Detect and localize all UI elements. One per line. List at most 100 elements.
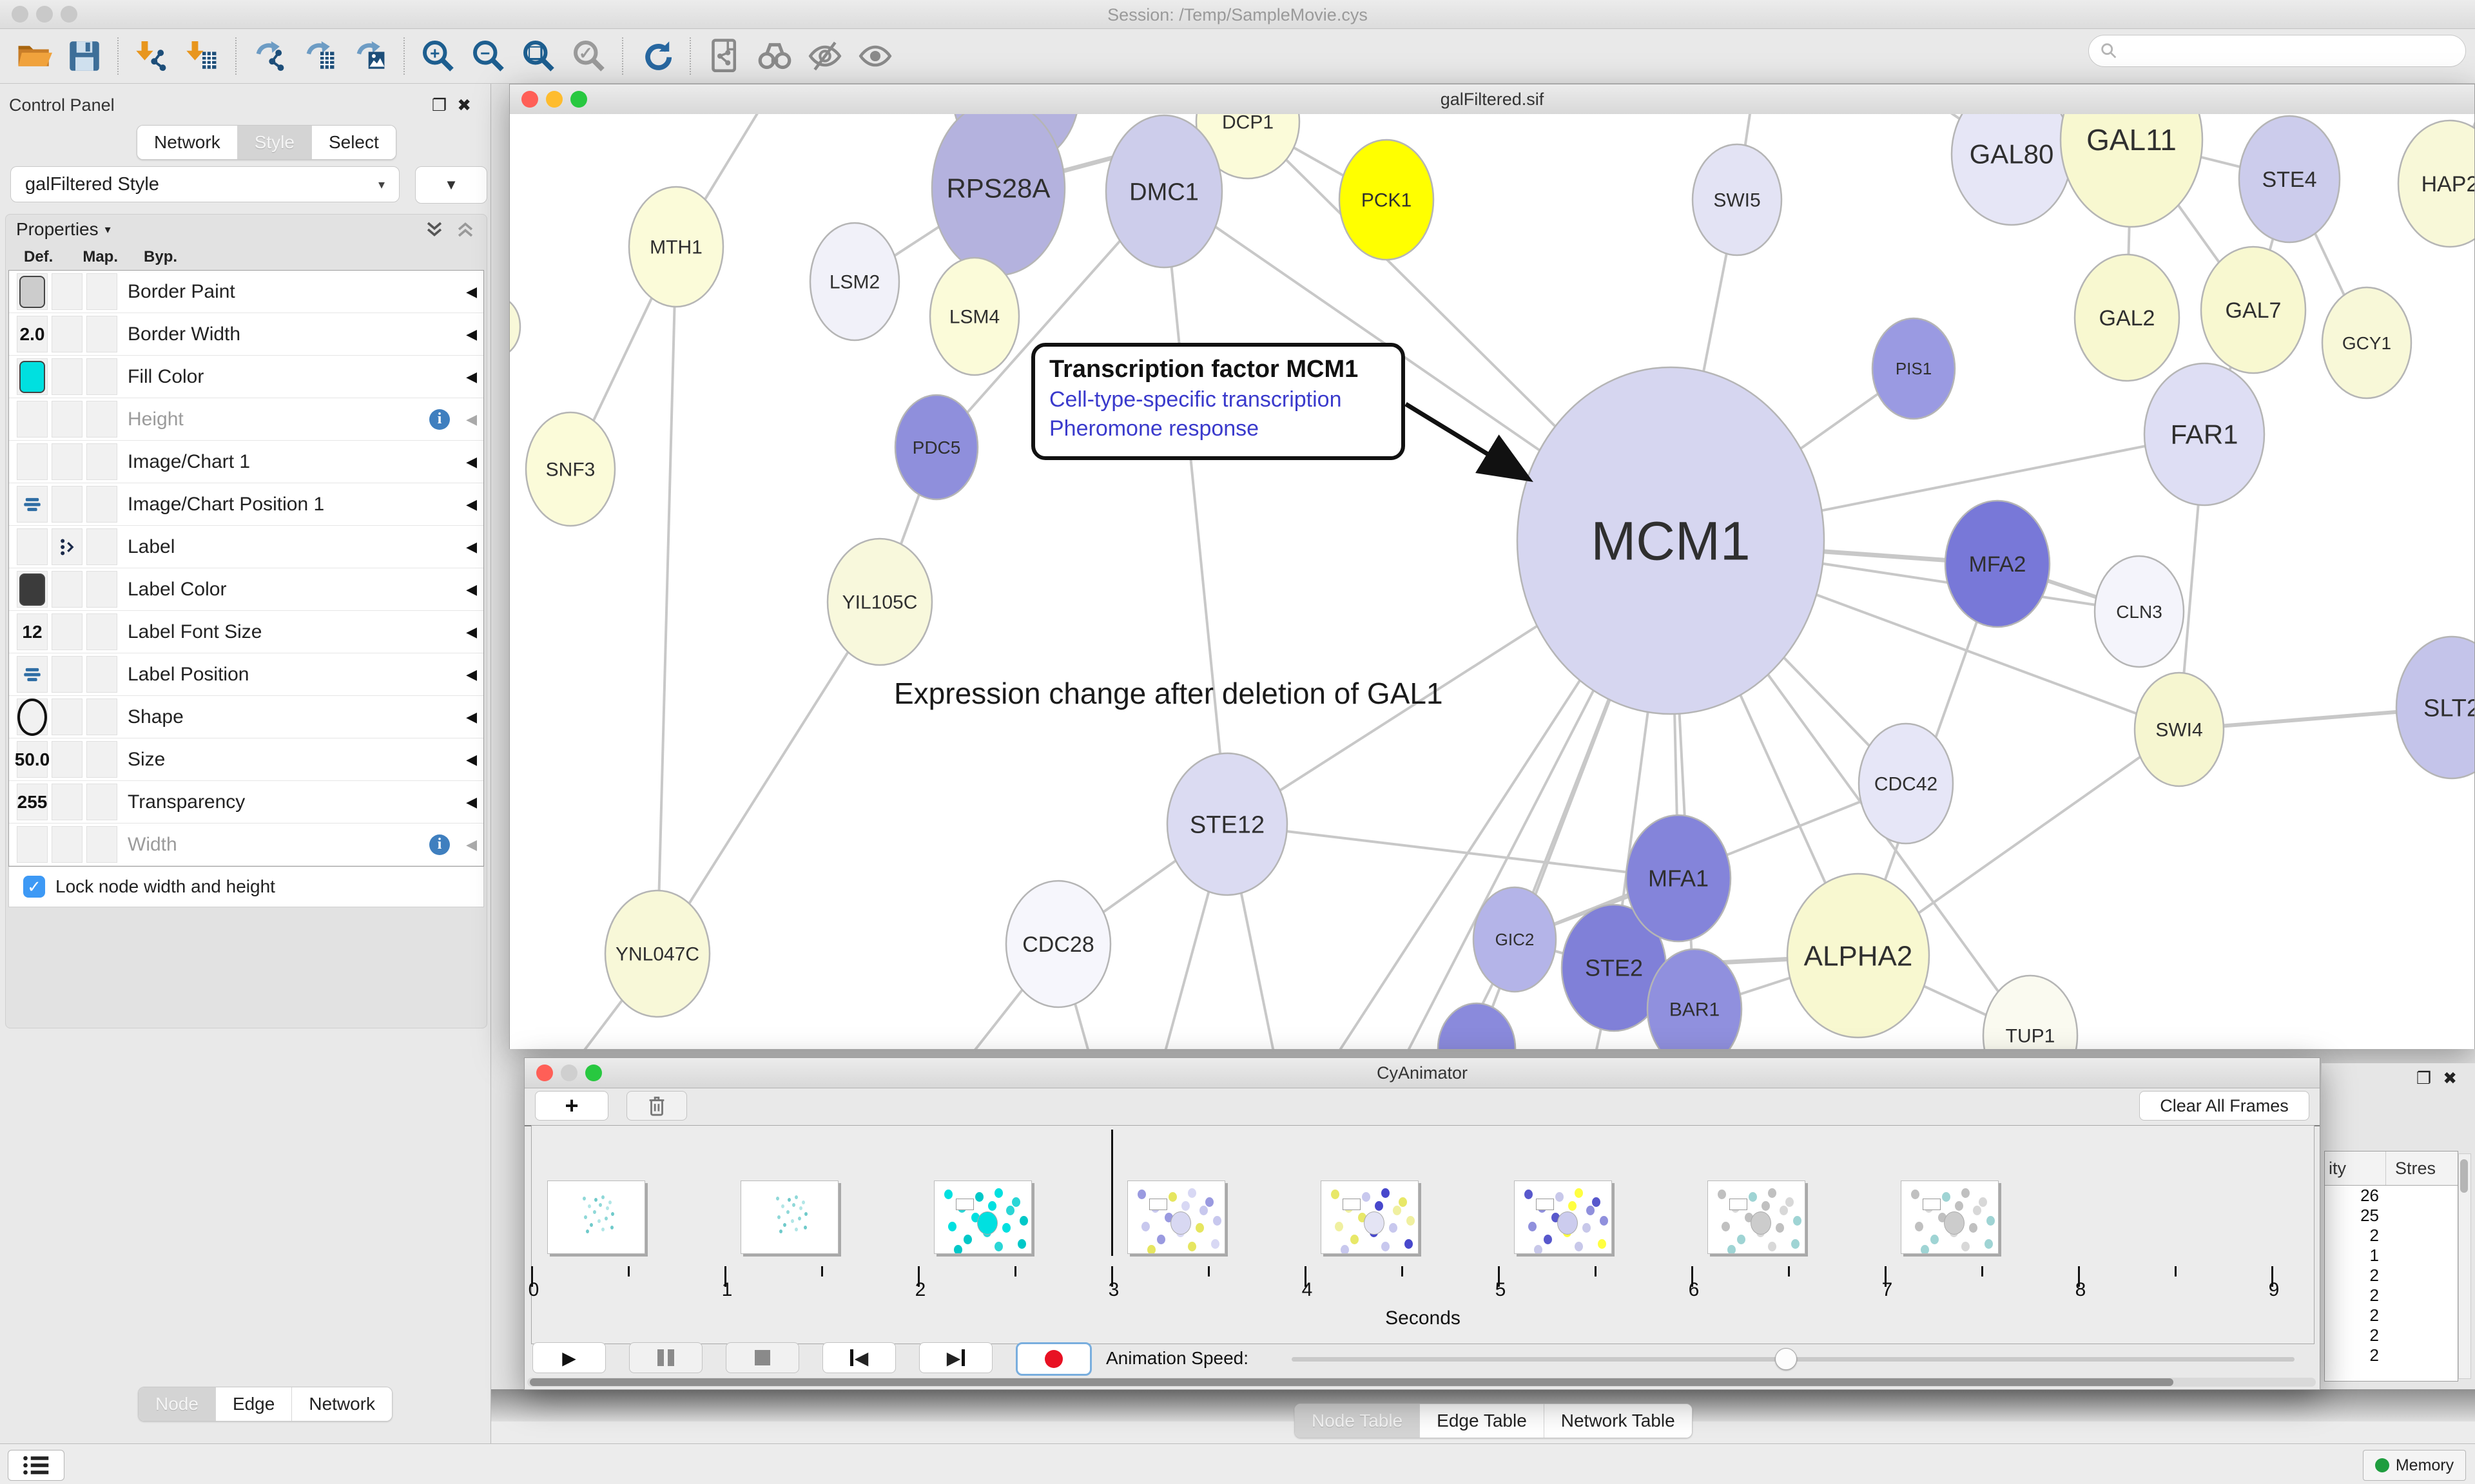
bypass-cell[interactable] bbox=[86, 571, 117, 608]
clear-all-frames-button[interactable]: Clear All Frames bbox=[2139, 1091, 2309, 1121]
frame-thumbnail-1[interactable] bbox=[741, 1180, 839, 1254]
lock-size-checkbox[interactable]: ✓ bbox=[23, 876, 45, 898]
default-value-cell[interactable] bbox=[17, 656, 48, 693]
frame-thumbnail-2[interactable] bbox=[934, 1180, 1032, 1254]
property-row-fill-color[interactable]: Fill Color◀ bbox=[9, 356, 483, 398]
save-icon[interactable] bbox=[63, 36, 106, 76]
close-panel-icon[interactable]: ✖ bbox=[457, 95, 481, 115]
table-row[interactable]: 26 bbox=[2325, 1186, 2458, 1206]
property-row-label-color[interactable]: Label Color◀ bbox=[9, 568, 483, 611]
bypass-cell[interactable] bbox=[86, 699, 117, 735]
expand-row-icon[interactable]: ◀ bbox=[466, 624, 477, 641]
mcm1-annotation[interactable]: Transcription factor MCM1 Cell-type-spec… bbox=[1031, 343, 1405, 460]
property-row-border-paint[interactable]: Border Paint◀ bbox=[9, 271, 483, 313]
close-panel-icon[interactable]: ✖ bbox=[2443, 1068, 2469, 1088]
table-row[interactable]: 2 bbox=[2325, 1306, 2458, 1325]
expand-row-icon[interactable]: ◀ bbox=[466, 581, 477, 598]
table-scrollbar[interactable] bbox=[2458, 1153, 2471, 1379]
style-selector[interactable]: galFiltered Style ▾ bbox=[10, 166, 400, 202]
tab-network[interactable]: Network bbox=[137, 126, 238, 159]
mapping-cell[interactable] bbox=[52, 443, 82, 480]
expand-row-icon[interactable]: ◀ bbox=[466, 794, 477, 811]
refresh-layout-icon[interactable] bbox=[636, 36, 678, 76]
add-frame-button[interactable]: + bbox=[535, 1091, 608, 1121]
bypass-cell[interactable] bbox=[86, 358, 117, 395]
network-edge[interactable] bbox=[657, 602, 880, 954]
mapping-cell[interactable] bbox=[52, 273, 82, 310]
network-document-icon[interactable] bbox=[703, 36, 746, 76]
info-icon[interactable]: i bbox=[429, 409, 450, 430]
column-header-centrality[interactable]: ity bbox=[2325, 1152, 2386, 1185]
network-edge[interactable] bbox=[1227, 824, 1678, 878]
expand-row-icon[interactable]: ◀ bbox=[466, 666, 477, 683]
mapping-cell[interactable] bbox=[52, 316, 82, 352]
expand-row-icon[interactable]: ◀ bbox=[466, 751, 477, 768]
mapping-cell[interactable] bbox=[52, 613, 82, 650]
property-row-label-position[interactable]: Label Position◀ bbox=[9, 653, 483, 696]
float-panel-icon[interactable]: ❐ bbox=[2416, 1068, 2443, 1088]
bypass-cell[interactable] bbox=[86, 656, 117, 693]
bypass-cell[interactable] bbox=[86, 486, 117, 523]
default-value-cell[interactable] bbox=[17, 528, 48, 565]
task-history-button[interactable] bbox=[8, 1450, 64, 1481]
property-row-label[interactable]: Label◀ bbox=[9, 526, 483, 568]
network-node-bottom[interactable] bbox=[1438, 1003, 1515, 1049]
default-value-cell[interactable]: 12 bbox=[17, 613, 48, 650]
binoculars-icon[interactable] bbox=[753, 36, 796, 76]
frame-thumbnail-5[interactable] bbox=[1514, 1180, 1612, 1254]
properties-header[interactable]: Properties bbox=[16, 219, 99, 240]
play-button[interactable]: ▶ bbox=[532, 1342, 606, 1373]
network-edge[interactable] bbox=[657, 247, 676, 954]
table-row[interactable]: 1 bbox=[2325, 1246, 2458, 1266]
zoom-selected-icon[interactable]: ✓ bbox=[568, 36, 610, 76]
bypass-cell[interactable] bbox=[86, 316, 117, 352]
style-options-button[interactable]: ▼ bbox=[415, 166, 487, 204]
bypass-cell[interactable] bbox=[86, 741, 117, 778]
mapping-cell[interactable] bbox=[52, 699, 82, 735]
skip-end-button[interactable]: ▶ bbox=[919, 1342, 993, 1373]
skip-start-button[interactable]: ◀ bbox=[822, 1342, 896, 1373]
search-input[interactable] bbox=[2088, 35, 2466, 67]
frame-thumbnail-0[interactable] bbox=[547, 1180, 645, 1254]
default-value-cell[interactable] bbox=[17, 273, 48, 310]
expand-row-icon[interactable]: ◀ bbox=[466, 411, 477, 428]
animation-speed-handle[interactable] bbox=[1775, 1348, 1797, 1370]
pause-button[interactable] bbox=[629, 1342, 703, 1373]
table-row[interactable]: 2 bbox=[2325, 1226, 2458, 1246]
network-window-titlebar[interactable]: galFiltered.sif bbox=[510, 84, 2474, 115]
timeline-playhead[interactable] bbox=[1111, 1130, 1113, 1256]
property-row-transparency[interactable]: 255Transparency◀ bbox=[9, 781, 483, 824]
default-value-cell[interactable] bbox=[17, 826, 48, 863]
tab-network-table[interactable]: Network Table bbox=[1544, 1404, 1692, 1438]
expand-row-icon[interactable]: ◀ bbox=[466, 284, 477, 300]
bypass-cell[interactable] bbox=[86, 528, 117, 565]
export-table-icon[interactable] bbox=[299, 36, 342, 76]
property-row-image-chart-1[interactable]: Image/Chart 1◀ bbox=[9, 441, 483, 483]
bypass-cell[interactable] bbox=[86, 273, 117, 310]
network-node-gal80[interactable] bbox=[1952, 114, 2072, 225]
default-value-cell[interactable]: 255 bbox=[17, 784, 48, 820]
zoom-in-icon[interactable]: + bbox=[417, 36, 460, 76]
table-row[interactable]: 2 bbox=[2325, 1266, 2458, 1286]
tab-node-style[interactable]: Node bbox=[139, 1387, 216, 1421]
frame-thumbnail-6[interactable] bbox=[1707, 1180, 1805, 1254]
tab-node-table[interactable]: Node Table bbox=[1295, 1404, 1420, 1438]
default-value-cell[interactable] bbox=[17, 443, 48, 480]
mapping-cell[interactable] bbox=[52, 401, 82, 438]
property-row-size[interactable]: 50.0Size◀ bbox=[9, 738, 483, 781]
memory-button[interactable]: Memory bbox=[2363, 1450, 2466, 1481]
show-details-icon[interactable] bbox=[854, 36, 897, 76]
expand-row-icon[interactable]: ◀ bbox=[466, 709, 477, 726]
annotation-link-1[interactable]: Cell-type-specific transcription bbox=[1049, 387, 1387, 412]
mapping-cell[interactable] bbox=[52, 358, 82, 395]
default-value-cell[interactable] bbox=[17, 571, 48, 608]
tab-edge-table[interactable]: Edge Table bbox=[1420, 1404, 1544, 1438]
info-icon[interactable]: i bbox=[429, 834, 450, 855]
cyanimator-titlebar[interactable]: CyAnimator bbox=[525, 1058, 2320, 1088]
frame-thumbnail-4[interactable] bbox=[1321, 1180, 1419, 1254]
export-network-icon[interactable] bbox=[249, 36, 291, 76]
bypass-cell[interactable] bbox=[86, 613, 117, 650]
default-value-cell[interactable]: 50.0 bbox=[17, 741, 48, 778]
bypass-cell[interactable] bbox=[86, 826, 117, 863]
bypass-cell[interactable] bbox=[86, 401, 117, 438]
